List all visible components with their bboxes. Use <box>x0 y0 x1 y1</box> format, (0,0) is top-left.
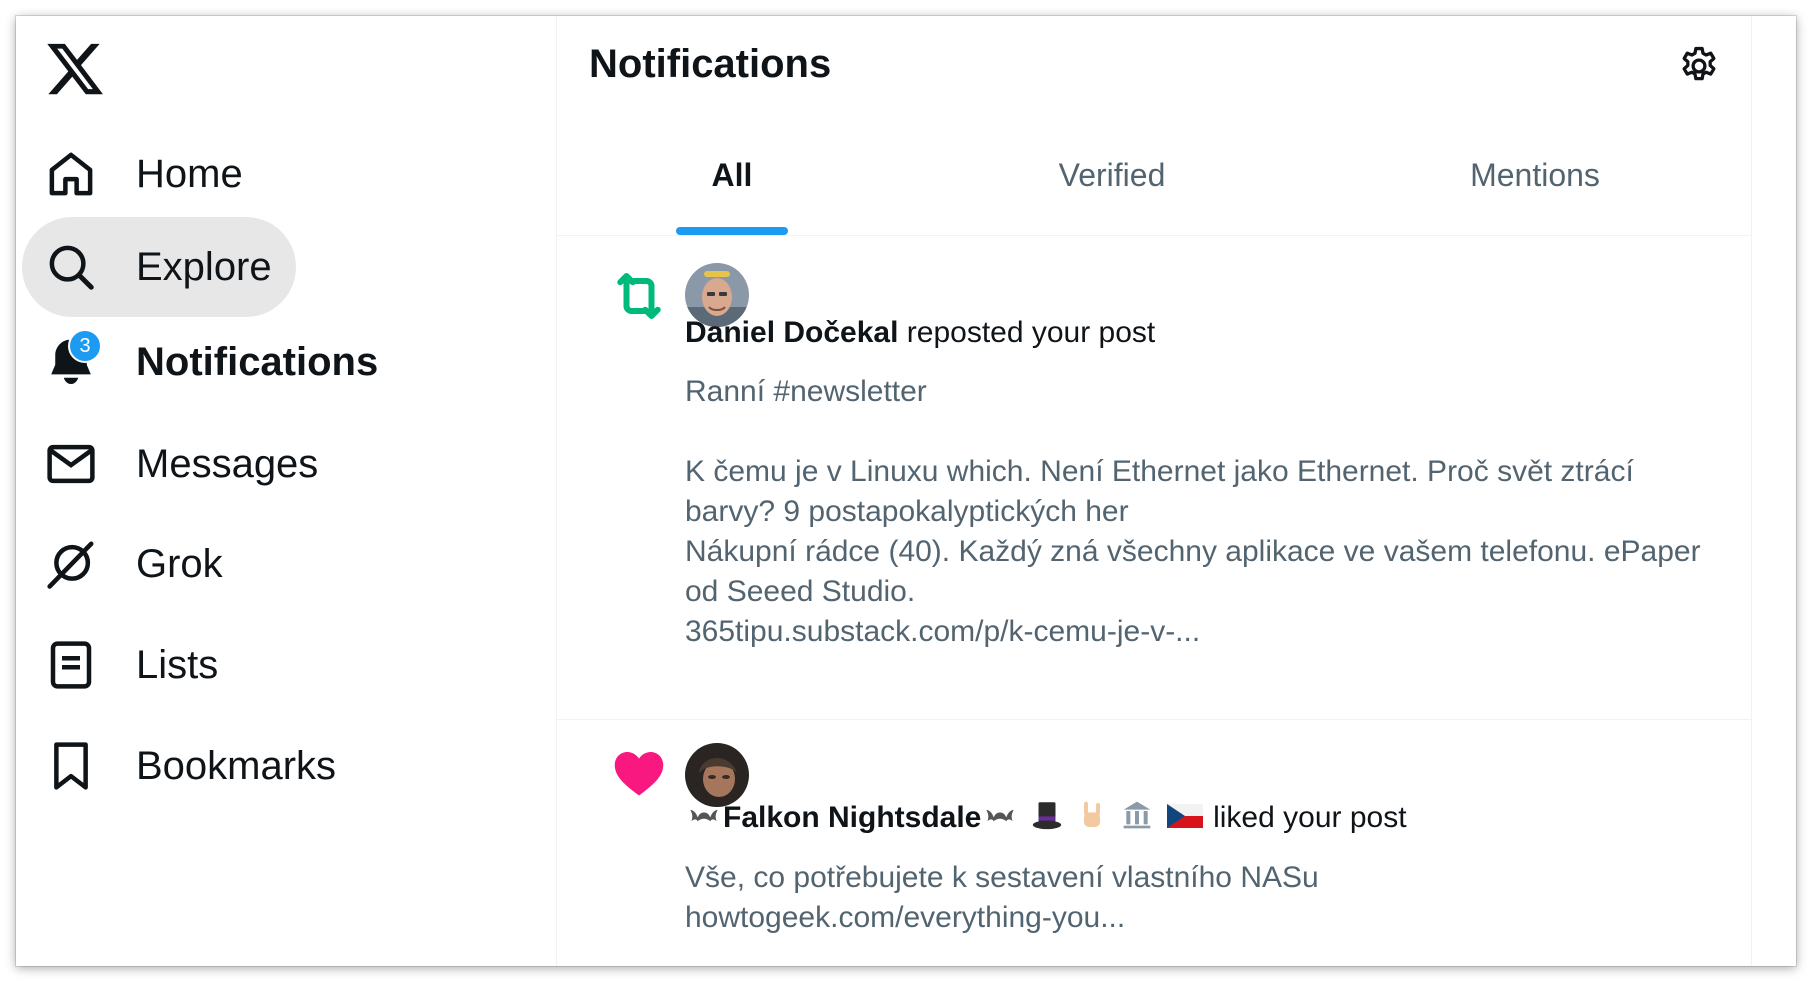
repost-icon <box>609 266 669 326</box>
tab-mentions[interactable]: Mentions <box>1317 116 1753 235</box>
x-logo-icon[interactable] <box>44 38 106 100</box>
sidebar: Home Explore 3 Notifications Messages Gr… <box>16 16 556 966</box>
sidebar-item-label: Messages <box>136 441 319 486</box>
post-link: howtogeek.com/everything-you... <box>685 901 1126 934</box>
page-title: Notifications <box>589 42 832 86</box>
list-icon <box>44 638 98 692</box>
sidebar-item-home[interactable]: Home <box>22 124 267 224</box>
bat-emoji-icon <box>983 800 1017 838</box>
sidebar-item-label: Home <box>136 151 243 196</box>
sidebar-item-explore[interactable]: Explore <box>22 217 296 317</box>
notifications-column: Notifications All Verified Mentions Dani… <box>556 16 1752 966</box>
bookmark-icon <box>44 739 98 793</box>
post-link: 365tipu.substack.com/p/k-cemu-je-v-... <box>685 615 1201 648</box>
notification-action: reposted your post <box>906 316 1156 349</box>
sidebar-item-label: Bookmarks <box>136 743 337 788</box>
sidebar-item-label: Lists <box>136 642 219 687</box>
user-name[interactable]: Falkon Nightsdale <box>723 801 981 834</box>
active-tab-indicator <box>676 227 788 235</box>
sidebar-item-grok[interactable]: Grok <box>22 514 247 614</box>
user-name[interactable]: Daniel Dočekal <box>685 316 898 349</box>
post-line: Nákupní rádce (40). Každý zná všechny ap… <box>685 535 1701 608</box>
czech-flag-emoji-icon <box>1166 802 1203 836</box>
notification-headline: Falkon Nightsdale liked your post <box>685 798 1407 840</box>
sidebar-item-label: Grok <box>136 541 223 586</box>
tab-verified[interactable]: Verified <box>907 116 1317 235</box>
post-preview[interactable]: Vše, co potřebujete k sestavení vlastníh… <box>685 858 1725 938</box>
heart-icon <box>609 742 669 802</box>
sidebar-item-messages[interactable]: Messages <box>22 414 342 514</box>
post-line: Vše, co potřebujete k sestavení vlastníh… <box>685 861 1319 894</box>
rock-hand-emoji-icon <box>1076 798 1108 840</box>
notification-item[interactable]: Falkon Nightsdale liked your post Vše, c… <box>557 720 1751 966</box>
post-line: Ranní #newsletter <box>685 375 927 408</box>
gear-icon[interactable] <box>1677 44 1721 88</box>
sidebar-item-label: Notifications <box>136 339 379 384</box>
sidebar-item-label: Explore <box>136 244 272 289</box>
post-line-spacer <box>685 412 1725 452</box>
post-preview[interactable]: Ranní #newsletter K čemu je v Linuxu whi… <box>685 372 1725 652</box>
classical-building-emoji-icon <box>1120 799 1154 839</box>
post-line: K čemu je v Linuxu which. Není Ethernet … <box>685 455 1634 528</box>
tab-label: All <box>711 157 753 193</box>
top-hat-emoji-icon <box>1030 798 1064 840</box>
tab-label: Mentions <box>1470 157 1600 193</box>
sidebar-item-bookmarks[interactable]: Bookmarks <box>22 716 360 816</box>
notification-headline: Daniel Dočekal reposted your post <box>685 316 1155 350</box>
notification-count-badge: 3 <box>68 329 102 363</box>
notification-item[interactable]: Daniel Dočekal reposted your post Ranní … <box>557 236 1751 720</box>
bell-icon: 3 <box>44 329 102 389</box>
sidebar-item-notifications[interactable]: 3 Notifications <box>22 312 402 412</box>
notification-tabs: All Verified Mentions <box>557 116 1751 236</box>
tab-all[interactable]: All <box>557 116 907 235</box>
bat-emoji-icon <box>687 800 721 838</box>
tab-label: Verified <box>1058 157 1166 193</box>
envelope-icon <box>44 437 98 491</box>
app-window: Home Explore 3 Notifications Messages Gr… <box>16 16 1796 966</box>
search-icon <box>44 240 98 294</box>
home-icon <box>44 147 98 201</box>
notification-action: liked your post <box>1213 800 1407 834</box>
sidebar-item-lists[interactable]: Lists <box>22 615 242 715</box>
grok-icon <box>44 537 98 591</box>
